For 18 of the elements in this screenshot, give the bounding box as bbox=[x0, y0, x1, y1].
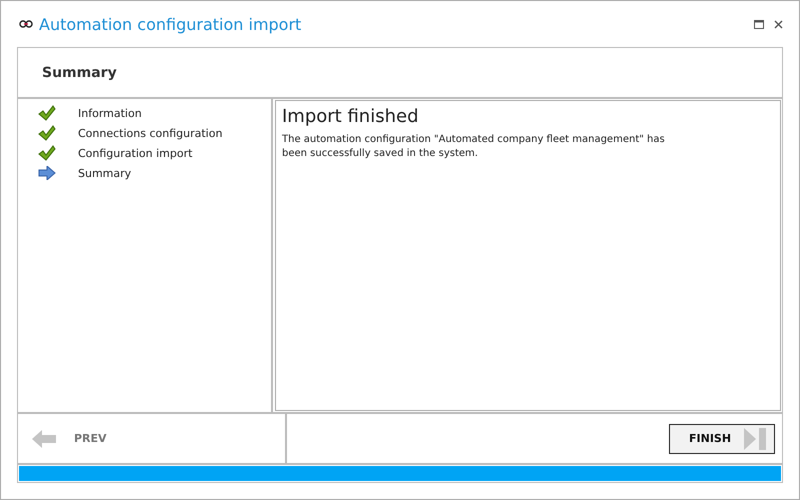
checkmark-icon bbox=[38, 145, 56, 161]
close-icon[interactable] bbox=[774, 20, 783, 28]
finish-button[interactable]: FINISH bbox=[669, 424, 775, 454]
content-message: The automation configuration "Automated company fleet management" has been successfully saved in the system. bbox=[282, 133, 666, 161]
content-heading: Import finished bbox=[282, 106, 420, 127]
checkmark-icon bbox=[38, 105, 56, 121]
link-icon bbox=[19, 20, 33, 28]
arrow-right-icon bbox=[38, 166, 56, 180]
step-label: Information bbox=[78, 106, 142, 120]
window-title: Automation configuration import bbox=[39, 14, 302, 34]
step-label: Summary bbox=[78, 166, 132, 180]
step-label: Configuration import bbox=[78, 146, 192, 160]
step-label: Connections configuration bbox=[78, 126, 222, 140]
maximize-icon[interactable] bbox=[754, 20, 764, 28]
page-title: Summary bbox=[42, 64, 117, 80]
skip-end-icon bbox=[744, 428, 768, 450]
checkmark-icon bbox=[38, 125, 56, 141]
arrow-left-icon bbox=[32, 430, 56, 448]
